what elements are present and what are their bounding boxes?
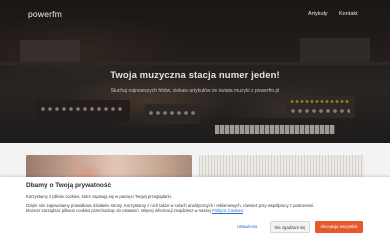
hero-title: Twoja muzyczna stacja numer jeden! bbox=[110, 70, 280, 81]
cookie-banner-details: Dzięki nim zapewniamy prawidłowe działan… bbox=[26, 203, 356, 213]
cookie-banner-text: Korzystamy z plików cookies, które zapis… bbox=[26, 194, 172, 199]
nav-link-articles[interactable]: Artykuły bbox=[308, 11, 328, 17]
cookie-banner-text: Możesz zarządzać plikami cookies przecho… bbox=[26, 208, 211, 214]
cookie-consent-banner: Dbamy o Twoją prywatność Korzystamy z pl… bbox=[0, 177, 390, 240]
hero-section: powerfm Artykuły Kontakt Twoja muzyczna … bbox=[0, 0, 390, 143]
hero-subtitle: Słuchaj najnowszych hitów, ciekaw artyku… bbox=[110, 88, 280, 94]
cookie-accept-all-button[interactable]: Akceptuję wszystkie bbox=[315, 221, 363, 233]
nav-link-contact[interactable]: Kontakt bbox=[339, 11, 358, 17]
site-logo[interactable]: powerfm bbox=[28, 9, 62, 19]
cookie-reject-button[interactable]: Nie zgadzam się bbox=[270, 221, 310, 233]
cookie-settings-button[interactable]: Ustawienia bbox=[226, 221, 268, 233]
cookie-banner-title: Dbamy o Twoją prywatność bbox=[26, 182, 112, 189]
top-navbar: powerfm Artykuły Kontakt bbox=[0, 0, 390, 30]
cookie-policy-link[interactable]: Polityce Cookies bbox=[212, 208, 243, 213]
page: powerfm Artykuły Kontakt Twoja muzyczna … bbox=[0, 0, 390, 240]
cookie-banner-text: . bbox=[242, 208, 245, 214]
